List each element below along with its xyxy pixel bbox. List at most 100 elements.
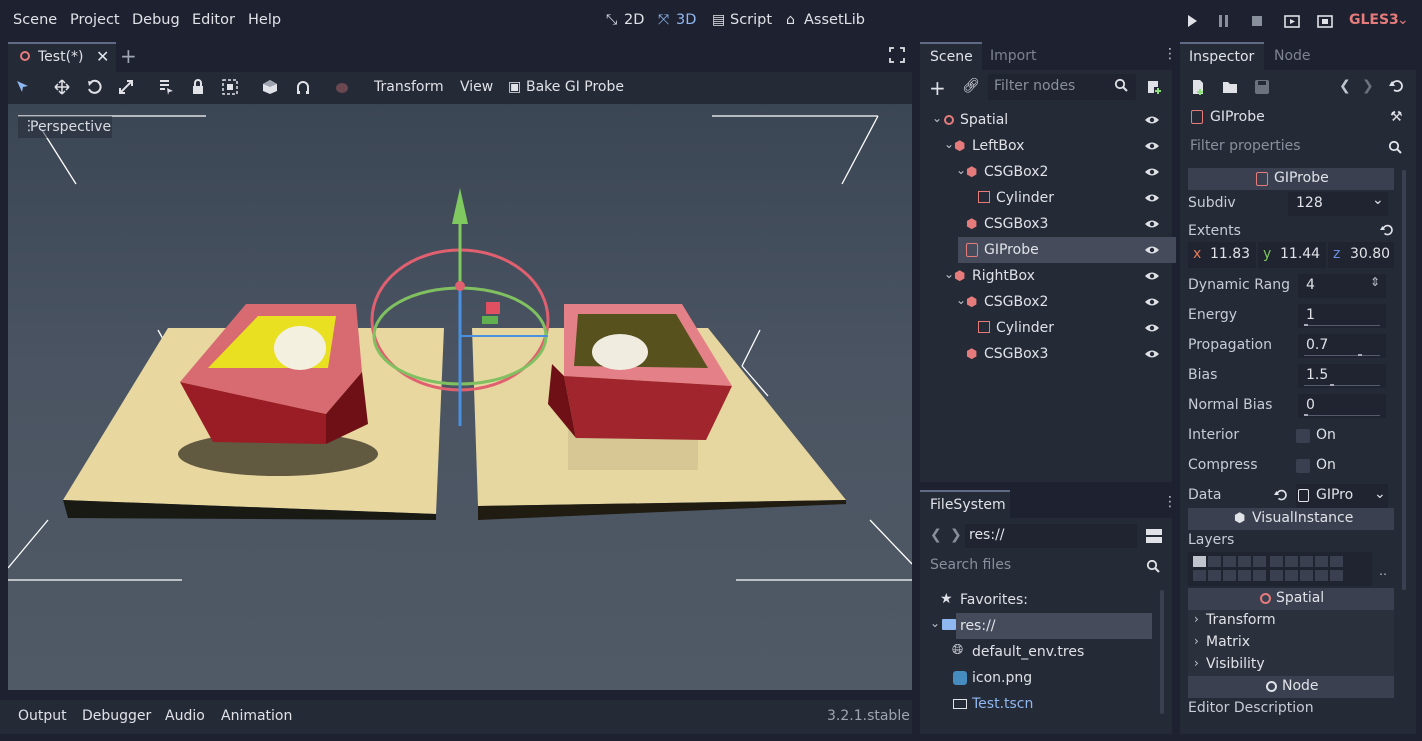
section-spatial[interactable]: Spatial: [1188, 588, 1394, 610]
extents-y-field[interactable]: y 11.44: [1258, 242, 1326, 268]
object-history-icon[interactable]: [1389, 78, 1405, 94]
open-folder-icon[interactable]: [1222, 79, 1238, 95]
section-node[interactable]: Node: [1188, 676, 1394, 698]
scale-tool-icon[interactable]: [118, 79, 134, 95]
chevron-down-icon[interactable]: ⌄: [956, 163, 966, 177]
pause-icon[interactable]: [1218, 15, 1230, 27]
menu-project[interactable]: Project: [70, 12, 120, 28]
menu-editor[interactable]: Editor: [192, 12, 235, 28]
inspector-scrollbar[interactable]: [1402, 170, 1406, 590]
mode-script-button[interactable]: ▤ Script: [712, 12, 782, 32]
lock-icon[interactable]: [190, 79, 206, 95]
stop-icon[interactable]: [1251, 15, 1263, 27]
tab-import[interactable]: Import: [990, 48, 1036, 64]
list-select-icon[interactable]: [158, 79, 174, 95]
bottom-tab-audio[interactable]: Audio: [165, 708, 205, 724]
energy-slider[interactable]: 1: [1298, 304, 1386, 328]
play-custom-scene-icon[interactable]: [1317, 13, 1333, 29]
section-visualinstance[interactable]: ⬢ VisualInstance: [1188, 508, 1394, 530]
path-field[interactable]: res://: [965, 524, 1137, 548]
spinner-arrows-icon[interactable]: ⇕: [1370, 275, 1380, 289]
play-scene-icon[interactable]: [1284, 13, 1300, 29]
normal-bias-slider[interactable]: 0: [1298, 394, 1386, 418]
menu-help[interactable]: Help: [248, 12, 281, 28]
group-matrix[interactable]: › Matrix: [1188, 632, 1394, 654]
dynamic-range-spinbox[interactable]: 4 ⇕: [1298, 274, 1386, 298]
mode-3d-button[interactable]: ⤧ 3D: [658, 12, 718, 32]
new-resource-icon[interactable]: [1190, 79, 1206, 95]
rotate-tool-icon[interactable]: [86, 79, 102, 95]
fs-scrollbar[interactable]: [1160, 590, 1164, 714]
back-icon[interactable]: ❮: [930, 527, 942, 543]
propagation-slider[interactable]: 0.7: [1298, 334, 1386, 358]
viewport-3d[interactable]: ⋮ Perspective: [8, 104, 912, 690]
instance-scene-icon[interactable]: [1146, 79, 1162, 95]
fs-file-test-tscn[interactable]: Test.tscn: [952, 693, 1152, 719]
chevron-down-icon[interactable]: ⌄: [930, 616, 940, 630]
tab-node[interactable]: Node: [1274, 48, 1311, 64]
tree-node-leftbox[interactable]: ⌄ ⬢ LeftBox: [922, 133, 1172, 159]
menu-debug[interactable]: Debug: [132, 12, 180, 28]
filter-properties-input[interactable]: Filter properties: [1182, 134, 1410, 160]
dock-menu-icon[interactable]: ⋮: [1163, 46, 1177, 62]
tree-node-csgbox2[interactable]: ⌄ ⬢ CSGBox2: [922, 159, 1172, 185]
layers-grid[interactable]: [1188, 552, 1372, 586]
compress-checkbox[interactable]: On: [1296, 456, 1376, 476]
group-transform[interactable]: › Transform: [1188, 610, 1394, 632]
tab-filesystem[interactable]: FileSystem: [920, 490, 1010, 518]
renderer-select[interactable]: GLES3 ⌄: [1349, 12, 1409, 32]
snap-icon[interactable]: [295, 79, 311, 95]
tab-scene[interactable]: Scene: [920, 42, 982, 70]
section-giprobe[interactable]: GIProbe: [1188, 168, 1394, 190]
tab-test[interactable]: Test(*) ✕: [8, 42, 116, 72]
extents-z-field[interactable]: z 30.80: [1328, 242, 1394, 268]
select-tool-icon[interactable]: [16, 80, 30, 94]
interior-checkbox[interactable]: On: [1296, 426, 1376, 446]
search-files-input[interactable]: Search files: [922, 554, 1168, 578]
local-space-icon[interactable]: [262, 79, 278, 95]
extents-x-field[interactable]: x 11.83: [1188, 242, 1256, 268]
fullscreen-icon[interactable]: [889, 47, 905, 63]
view-menu[interactable]: View: [460, 79, 493, 95]
tree-node-csgbox2-right[interactable]: ⌄ ⬢ CSGBox2: [922, 289, 1172, 315]
viewport-menu[interactable]: ⋮ Perspective: [18, 116, 112, 138]
bias-slider[interactable]: 1.5: [1298, 364, 1386, 388]
add-tab-icon[interactable]: +: [120, 44, 137, 68]
menu-scene[interactable]: Scene: [13, 12, 57, 28]
chevron-down-icon[interactable]: ⌄: [944, 137, 954, 151]
group-icon[interactable]: [222, 79, 238, 95]
group-visibility[interactable]: › Visibility: [1188, 654, 1394, 676]
close-icon[interactable]: ✕: [96, 47, 109, 66]
bottom-tab-output[interactable]: Output: [18, 708, 67, 724]
bottom-tab-animation[interactable]: Animation: [221, 708, 292, 724]
split-view-icon[interactable]: [1146, 528, 1162, 544]
history-back-icon[interactable]: ❮: [1339, 78, 1351, 94]
filter-nodes-input[interactable]: Filter nodes: [988, 74, 1136, 100]
move-tool-icon[interactable]: [54, 79, 70, 95]
camera-icon[interactable]: [334, 79, 350, 95]
tree-node-csgbox3-right[interactable]: ⬢ CSGBox3: [922, 341, 1172, 367]
fs-file-default-env[interactable]: 🌐︎ default_env.tres: [952, 641, 1152, 667]
save-icon[interactable]: [1254, 79, 1270, 95]
mode-assetlib-button[interactable]: ⌂ AssetLib: [786, 12, 876, 32]
transform-menu[interactable]: Transform: [374, 79, 444, 95]
chevron-down-icon[interactable]: ⌄: [932, 111, 942, 125]
more-layers-icon[interactable]: ‥: [1379, 564, 1387, 578]
link-icon[interactable]: 🔗︎: [962, 78, 980, 94]
chevron-down-icon[interactable]: ⌄: [956, 293, 966, 307]
forward-icon[interactable]: ❯: [950, 527, 962, 543]
mode-2d-button[interactable]: ⤡ 2D: [606, 12, 666, 32]
tree-node-rightbox[interactable]: ⌄ ⬢ RightBox: [922, 263, 1172, 289]
dock-menu-icon[interactable]: ⋮: [1163, 494, 1177, 510]
play-icon[interactable]: [1186, 14, 1198, 28]
add-node-icon[interactable]: +: [929, 76, 946, 100]
revert-icon[interactable]: [1380, 223, 1394, 237]
tree-node-cylinder-right[interactable]: Cylinder: [922, 315, 1172, 341]
tree-node-csgbox3[interactable]: ⬢ CSGBox3: [922, 211, 1172, 237]
subdiv-select[interactable]: 128 ⌄: [1288, 192, 1388, 216]
tree-node-cylinder[interactable]: Cylinder: [922, 185, 1172, 211]
history-forward-icon[interactable]: ❯: [1362, 78, 1374, 94]
revert-icon[interactable]: [1274, 488, 1288, 502]
tree-node-spatial[interactable]: ⌄ Spatial: [922, 107, 1172, 133]
favorites-item[interactable]: ★ Favorites:: [940, 589, 1140, 615]
